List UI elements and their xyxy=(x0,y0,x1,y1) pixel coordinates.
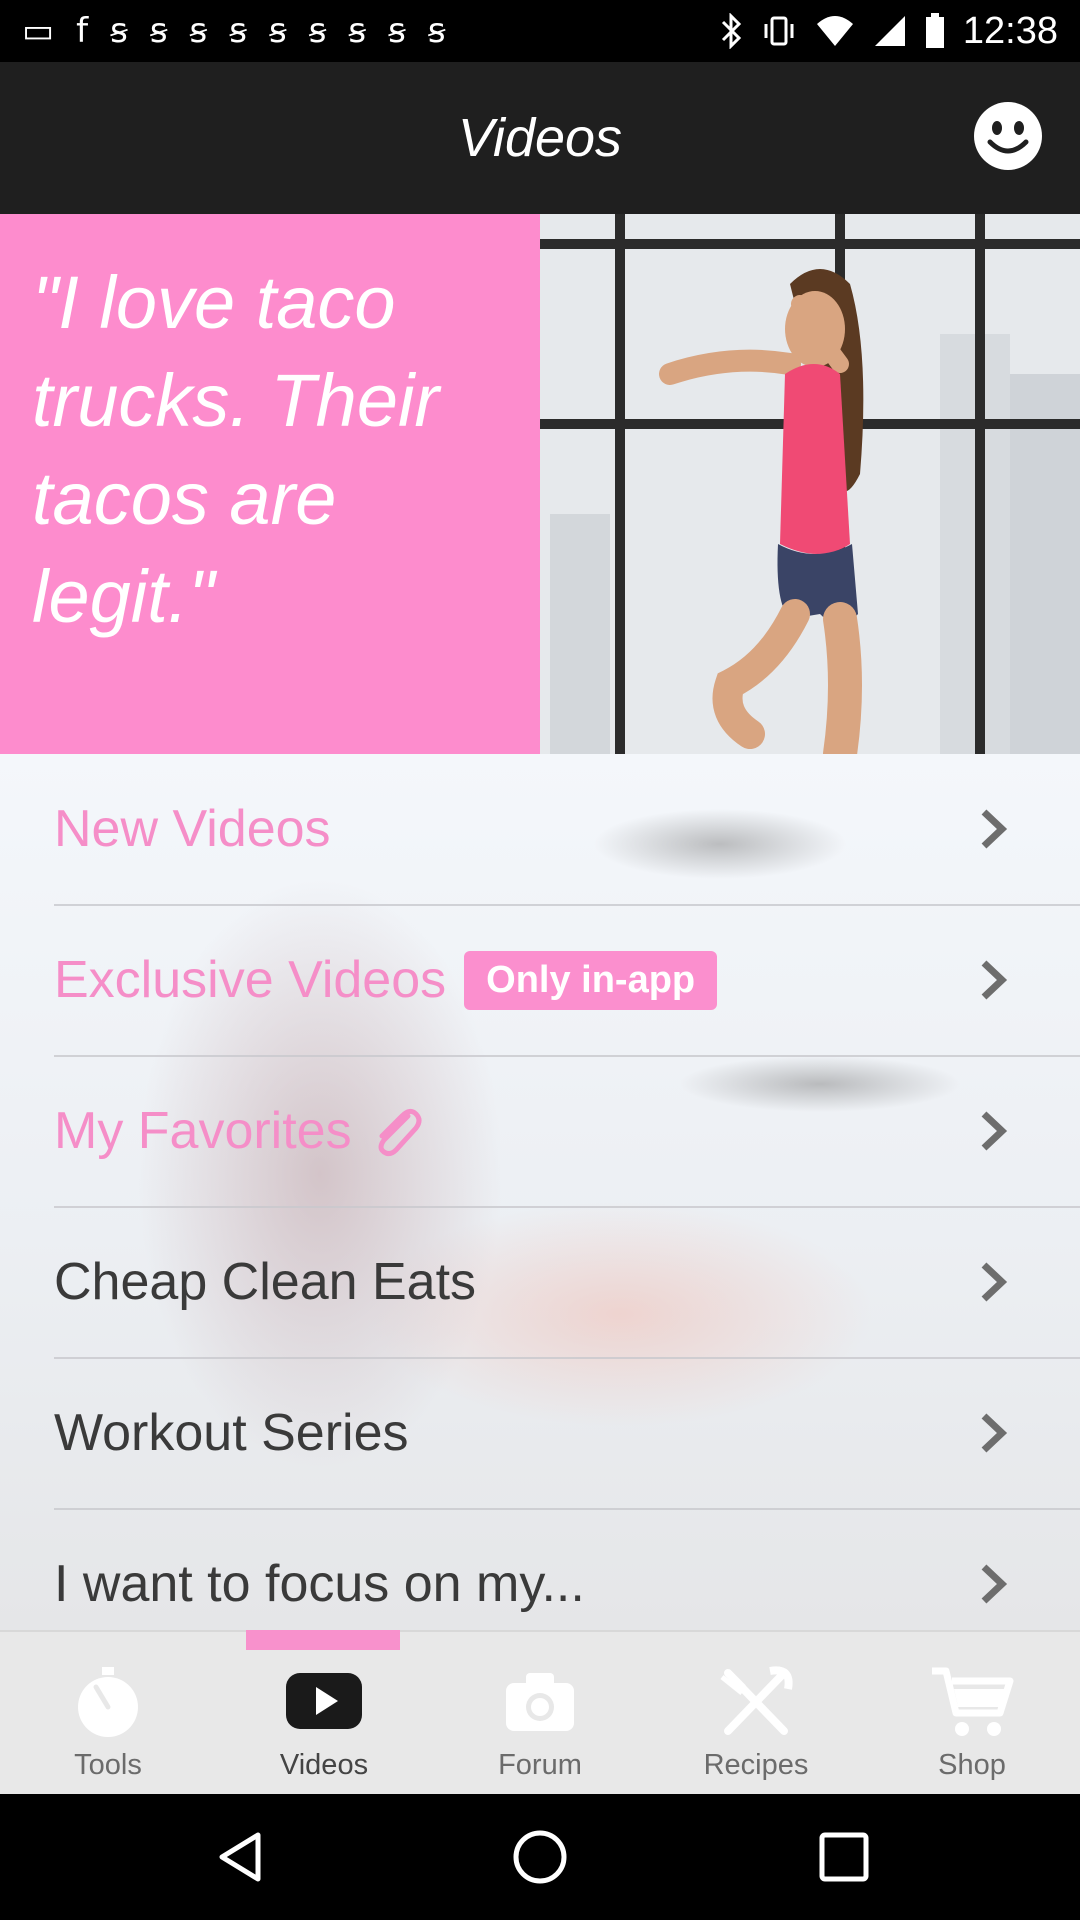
home-icon[interactable] xyxy=(510,1827,570,1887)
signal-icon: ꞩ xyxy=(110,11,128,51)
hero-quote: "I love taco trucks. Their tacos are leg… xyxy=(32,261,440,638)
bluetooth-icon xyxy=(721,13,742,49)
tab-label: Shop xyxy=(938,1749,1006,1781)
menu-item-label: Exclusive Videos xyxy=(54,951,447,1009)
back-icon[interactable] xyxy=(210,1827,270,1887)
tab-label: Recipes xyxy=(703,1749,809,1781)
notification-icons: ▭ f ꞩ ꞩ ꞩ ꞩ ꞩ ꞩ ꞩ ꞩ ꞩ xyxy=(0,14,446,48)
tab-label: Videos xyxy=(279,1749,369,1781)
play-icon xyxy=(286,1673,362,1729)
tab-recipes[interactable]: Recipes xyxy=(648,1632,864,1796)
smiley-icon[interactable] xyxy=(972,100,1044,172)
menu-item-new-videos[interactable]: New Videos xyxy=(54,754,1080,906)
menu-item-focus[interactable]: I want to focus on my... xyxy=(54,1509,1080,1630)
menu-item-workout-series[interactable]: Workout Series xyxy=(54,1358,1080,1510)
chevron-right-icon xyxy=(981,1413,1008,1453)
menu-item-label: Cheap Clean Eats xyxy=(54,1253,477,1311)
woman-photo xyxy=(540,214,1080,754)
vibrate-icon xyxy=(764,16,794,46)
system-nav-bar xyxy=(0,1794,1080,1920)
cart-icon xyxy=(932,1667,1014,1736)
menu-list: New Videos Exclusive Videos Only in-app … xyxy=(0,754,1080,1630)
menu-item-label: Workout Series xyxy=(54,1404,409,1462)
paperclip-icon xyxy=(378,1108,422,1157)
status-bar: ▭ f ꞩ ꞩ ꞩ ꞩ ꞩ ꞩ ꞩ ꞩ ꞩ 12:38 xyxy=(0,0,1080,62)
menu-item-cheap-clean-eats[interactable]: Cheap Clean Eats xyxy=(54,1207,1080,1359)
signal-icon: ꞩ xyxy=(427,11,446,51)
status-time: 12:38 xyxy=(962,9,1058,52)
chevron-right-icon xyxy=(981,960,1008,1000)
battery-icon xyxy=(925,13,944,48)
menu-item-label: I want to focus on my... xyxy=(54,1555,585,1613)
chevron-right-icon xyxy=(981,1262,1008,1302)
tab-shop[interactable]: Shop xyxy=(864,1632,1080,1796)
recents-icon[interactable] xyxy=(814,1827,874,1887)
menu-item-label: New Videos xyxy=(54,800,331,858)
only-in-app-badge: Only in-app xyxy=(464,950,718,1010)
app-header: Videos xyxy=(0,62,1080,214)
signal-icon: ꞩ xyxy=(268,11,287,51)
tab-forum[interactable]: Forum xyxy=(432,1632,648,1796)
page-title: Videos xyxy=(457,108,623,168)
signal-icon: ꞩ xyxy=(149,11,168,51)
hero-photo xyxy=(540,214,1080,754)
hero-banner[interactable]: "I love taco trucks. Their tacos are leg… xyxy=(0,214,1080,754)
chevron-right-icon xyxy=(981,1564,1008,1604)
facebook-icon: f xyxy=(76,11,89,51)
chevron-right-icon xyxy=(981,809,1008,849)
menu-item-label: My Favorites xyxy=(54,1102,352,1160)
chevron-right-icon xyxy=(981,1111,1008,1151)
tab-tools[interactable]: Tools xyxy=(0,1632,216,1796)
tab-label: Forum xyxy=(498,1749,582,1781)
signal-icon: ꞩ xyxy=(348,11,367,51)
bottom-tab-bar: Tools Videos Forum Recipes Shop xyxy=(0,1630,1080,1796)
signal-icon: ꞩ xyxy=(308,11,327,51)
tab-label: Tools xyxy=(74,1749,142,1781)
stopwatch-icon xyxy=(78,1667,138,1737)
messages-icon: ▭ xyxy=(22,11,55,51)
cell-signal-icon xyxy=(874,16,905,46)
wifi-icon xyxy=(816,16,853,46)
signal-icon: ꞩ xyxy=(388,11,406,51)
menu-item-exclusive-videos[interactable]: Exclusive Videos Only in-app xyxy=(54,905,1080,1057)
signal-icon: ꞩ xyxy=(189,11,208,51)
quote-panel: "I love taco trucks. Their tacos are leg… xyxy=(0,214,540,754)
tab-videos[interactable]: Videos xyxy=(216,1632,432,1796)
status-right: 12:38 xyxy=(719,0,1058,62)
signal-icon: ꞩ xyxy=(229,11,247,51)
fork-knife-icon xyxy=(720,1666,793,1735)
menu-item-my-favorites[interactable]: My Favorites xyxy=(54,1056,1080,1208)
camera-icon xyxy=(506,1673,574,1731)
